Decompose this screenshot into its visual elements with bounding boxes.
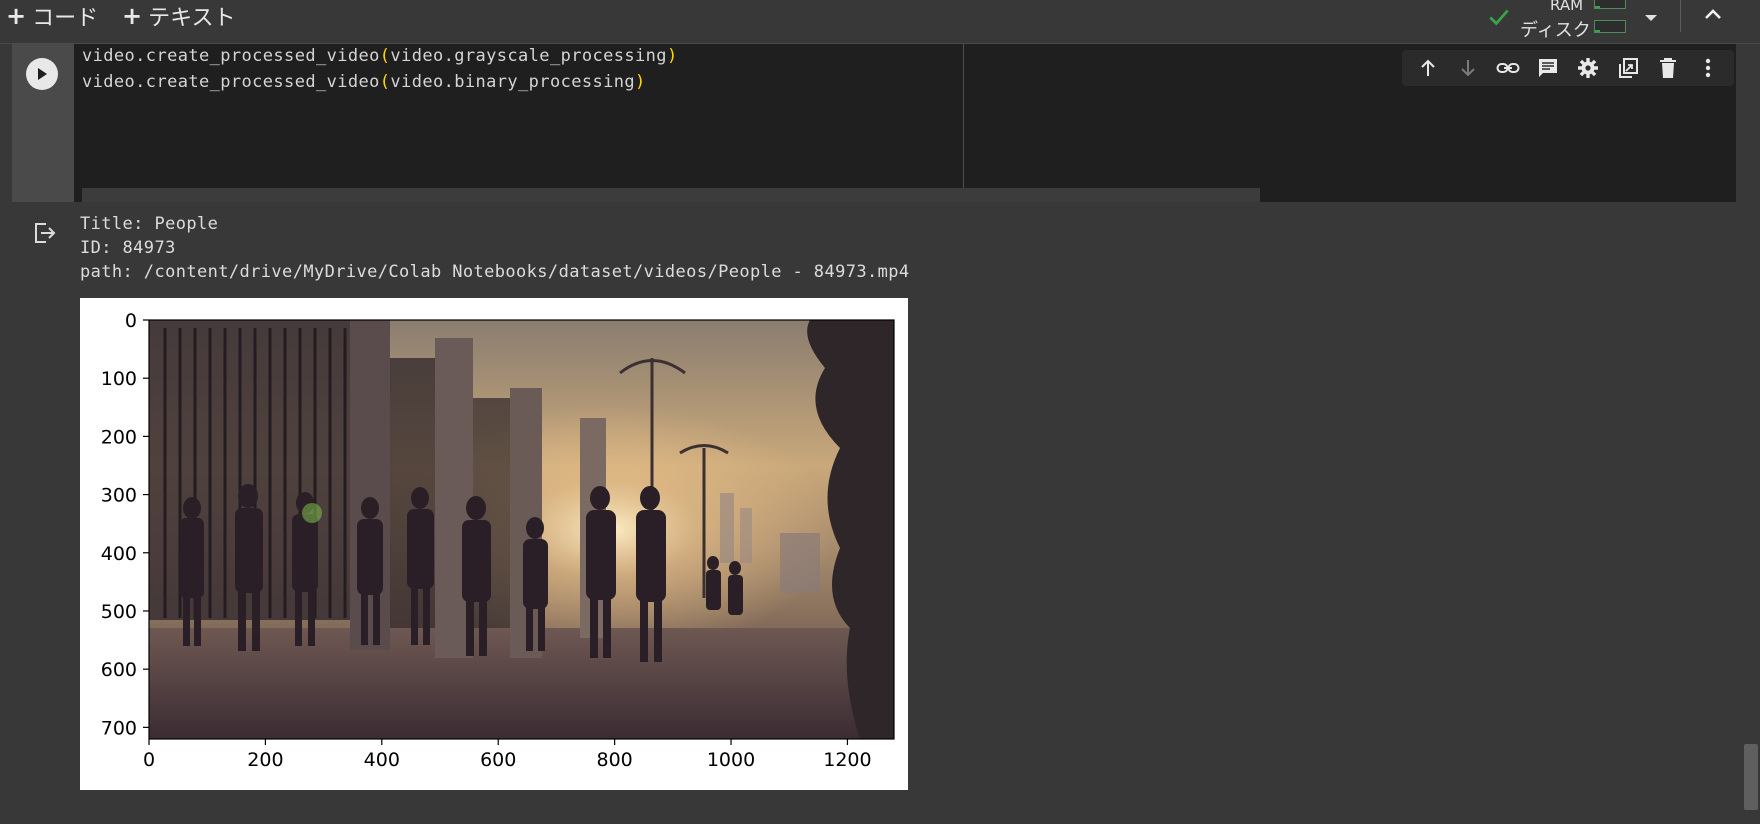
x-tick-label: 0 [143, 749, 155, 771]
move-down-button[interactable] [1448, 50, 1488, 86]
bottom-margin [0, 803, 1760, 824]
close-paren: ) [635, 72, 646, 92]
disk-meter-fill [1595, 30, 1600, 32]
y-tick-label: 100 [101, 368, 137, 390]
plus-icon: + [122, 2, 143, 30]
cell-toolbar [1402, 50, 1734, 86]
add-text-button[interactable]: + テキスト [122, 0, 235, 32]
ram-meter [1594, 0, 1626, 9]
copy-link-button[interactable] [1488, 50, 1528, 86]
add-code-label: コード [32, 6, 99, 31]
cell-settings-button[interactable] [1568, 50, 1608, 86]
collapse-toolbar-button[interactable] [1698, 2, 1728, 26]
disk-meter [1594, 20, 1626, 33]
gear-icon [1578, 58, 1598, 78]
mirror-cell-icon [1619, 58, 1638, 78]
code-arg: video.grayscale_processing [390, 46, 667, 66]
more-vert-icon [1705, 58, 1711, 78]
output-path-line: path: /content/drive/MyDrive/Colab Noteb… [80, 262, 910, 282]
x-tick-label: 600 [480, 749, 516, 771]
play-icon [38, 68, 47, 80]
output-icon[interactable] [32, 220, 58, 246]
connected-check-icon [1489, 9, 1509, 26]
y-tick-label: 300 [101, 485, 137, 507]
plot-canvas: 0 200 400 600 800 1000 1200 0 100 200 300 400 500 60… [101, 310, 895, 771]
page-scrollbar[interactable] [1744, 744, 1758, 810]
x-tick-label: 1000 [707, 749, 755, 771]
arrow-down-icon [1461, 60, 1475, 77]
resource-indicator[interactable]: RAM ディスク [1486, 0, 1626, 41]
resource-dropdown-button[interactable] [1636, 6, 1666, 30]
comment-icon [1539, 59, 1557, 77]
colab-notebook: + コード + テキスト RAM ディスク video.create_proce… [0, 0, 1760, 824]
move-up-button[interactable] [1408, 50, 1448, 86]
y-tick-label: 700 [101, 717, 137, 739]
video-frame-image [149, 320, 894, 739]
add-comment-button[interactable] [1528, 50, 1568, 86]
plus-icon: + [6, 2, 27, 30]
add-code-button[interactable]: + コード [6, 0, 98, 32]
x-tick-label: 200 [247, 749, 283, 771]
x-tick-label: 1200 [823, 749, 871, 771]
code-line: video.create_processed_video(video.grays… [82, 46, 678, 66]
left-margin [0, 44, 12, 803]
arrow-up-icon [1421, 59, 1435, 76]
editor-horizontal-scrollbar[interactable] [82, 188, 1260, 202]
add-text-label: テキスト [148, 6, 236, 31]
mirror-cell-button[interactable] [1608, 50, 1648, 86]
code-call: video.create_processed_video [82, 46, 380, 66]
x-axis: 0 200 400 600 800 1000 1200 [143, 739, 872, 771]
y-tick-label: 200 [101, 426, 137, 448]
more-actions-button[interactable] [1688, 50, 1728, 86]
link-icon [1496, 63, 1520, 73]
open-paren: ( [379, 72, 391, 92]
y-tick-label: 500 [101, 601, 137, 623]
open-paren: ( [379, 46, 391, 66]
run-cell-button[interactable] [26, 58, 58, 90]
y-tick-label: 600 [101, 659, 137, 681]
code-call: video.create_processed_video [82, 72, 380, 92]
delete-cell-button[interactable] [1648, 50, 1688, 86]
chevron-up-icon [1705, 9, 1721, 19]
code-arg: video.binary_processing [390, 72, 636, 92]
ram-meter-fill [1595, 6, 1600, 8]
caret-down-icon [1645, 15, 1657, 21]
line-length-ruler [963, 44, 964, 202]
output-title-line: Title: People [80, 214, 219, 234]
toolbar-divider [1680, 0, 1681, 32]
cell-output: Title: People ID: 84973 path: /content/d… [12, 202, 1736, 803]
video-frame-plot: 0 200 400 600 800 1000 1200 0 100 200 300 400 500 60… [80, 298, 908, 790]
notebook-toolbar: + コード + テキスト RAM ディスク [0, 0, 1760, 44]
code-line: video.create_processed_video(video.binar… [82, 72, 646, 92]
x-tick-label: 800 [596, 749, 632, 771]
output-id-line: ID: 84973 [80, 238, 176, 258]
y-axis: 0 100 200 300 400 500 600 700 [101, 310, 149, 739]
disk-label: ディスク [1520, 20, 1591, 41]
x-tick-label: 400 [364, 749, 400, 771]
y-tick-label: 400 [101, 543, 137, 565]
ram-label: RAM [1550, 0, 1584, 14]
trash-icon [1660, 58, 1676, 78]
y-tick-label: 0 [125, 310, 137, 332]
close-paren: ) [666, 46, 678, 66]
code-cell[interactable]: video.create_processed_video(video.grays… [12, 44, 1736, 803]
cell-gutter [12, 44, 74, 202]
